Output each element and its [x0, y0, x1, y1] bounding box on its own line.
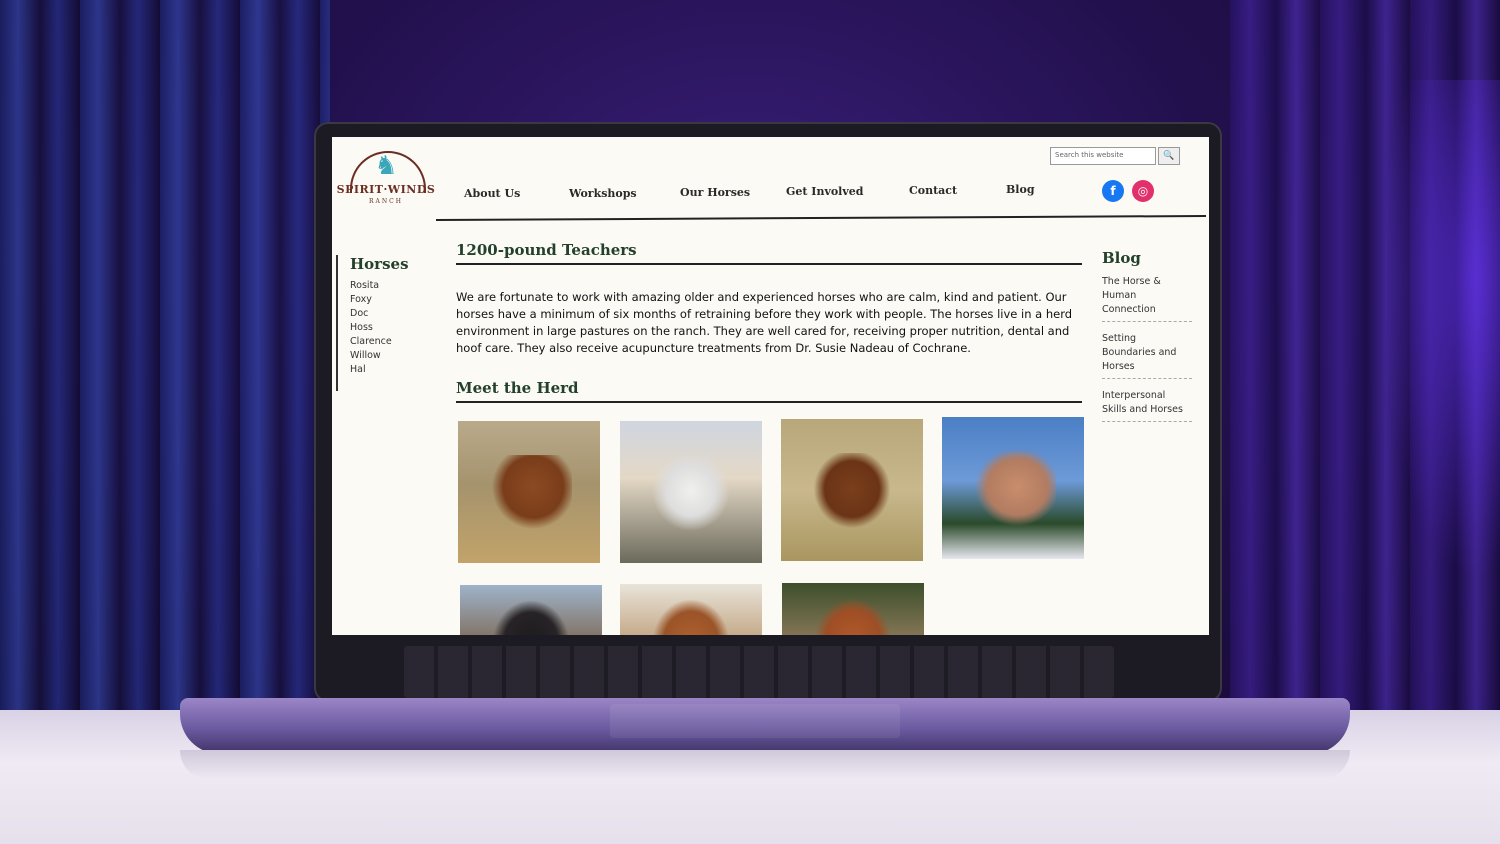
horse-photo-hal[interactable]	[782, 583, 924, 635]
sidebar-item-hoss[interactable]: Hoss	[350, 321, 430, 335]
sidebar-item-foxy[interactable]: Foxy	[350, 293, 430, 307]
nav-our-horses[interactable]: Our Horses	[680, 186, 750, 199]
section-title-meet-the-herd: Meet the Herd	[456, 379, 579, 397]
horse-photo-clarence[interactable]	[460, 585, 602, 635]
sidebar-item-hal[interactable]: Hal	[350, 363, 430, 377]
nav-blog[interactable]: Blog	[1006, 183, 1035, 196]
nav-contact[interactable]: Contact	[909, 184, 957, 197]
main-nav: About Us Workshops Our Horses Get Involv…	[454, 183, 1054, 205]
instagram-icon[interactable]: ◎	[1132, 180, 1154, 202]
blog-link-interpersonal-skills[interactable]: Interpersonal Skills and Horses	[1102, 387, 1192, 422]
blog-sidebar-title: Blog	[1102, 249, 1141, 267]
horse-photo-hoss[interactable]	[942, 417, 1084, 559]
sidebar-title: Horses	[350, 255, 409, 273]
horse-photo-foxy[interactable]	[620, 421, 762, 563]
horses-sidebar: Horses Rosita Foxy Doc Hoss Clarence Wil…	[336, 255, 430, 391]
laptop-touchpad	[610, 704, 900, 738]
horse-photo-rosita[interactable]	[458, 421, 600, 563]
nav-about-us[interactable]: About Us	[464, 187, 520, 200]
herd-divider	[456, 401, 1082, 403]
search-button[interactable]: 🔍	[1158, 147, 1180, 165]
site-logo[interactable]: ♞ SPIRIT·WINDS RANCH	[336, 151, 436, 211]
herd-gallery	[456, 417, 1096, 635]
logo-subtext: RANCH	[369, 198, 403, 205]
horse-logo-icon: ♞	[374, 151, 398, 181]
intro-text: We are fortunate to work with amazing ol…	[456, 290, 1073, 355]
horse-figure	[970, 451, 1056, 531]
horse-figure	[488, 595, 574, 635]
page-title: 1200-pound Teachers	[456, 241, 637, 259]
horse-photo-doc[interactable]	[781, 419, 923, 561]
laptop-base-edge	[180, 750, 1350, 780]
search-icon: 🔍	[1163, 151, 1175, 161]
site-header: ♞ SPIRIT·WINDS RANCH Search this website…	[332, 137, 1209, 222]
blog-sidebar: Blog The Horse & Human Connection Settin…	[1102, 249, 1192, 430]
logo-text: SPIRIT·WINDS	[336, 183, 436, 196]
laptop-keyboard	[404, 646, 1114, 698]
background-glow	[1380, 80, 1500, 580]
blog-link-horse-human-connection[interactable]: The Horse & Human Connection	[1102, 273, 1192, 322]
header-divider	[436, 214, 1207, 222]
title-divider	[456, 263, 1082, 265]
nav-get-involved[interactable]: Get Involved	[786, 185, 863, 198]
facebook-icon[interactable]: f	[1102, 180, 1124, 202]
sidebar-item-willow[interactable]: Willow	[350, 349, 430, 363]
sidebar-item-doc[interactable]: Doc	[350, 307, 430, 321]
laptop-screen: ♞ SPIRIT·WINDS RANCH Search this website…	[332, 137, 1209, 635]
sidebar-item-rosita[interactable]: Rosita	[350, 279, 430, 293]
blog-link-setting-boundaries[interactable]: Setting Boundaries and Horses	[1102, 330, 1192, 379]
horse-figure	[809, 453, 895, 533]
search-input[interactable]: Search this website	[1050, 147, 1156, 165]
sidebar-item-clarence[interactable]: Clarence	[350, 335, 430, 349]
horse-figure	[810, 593, 896, 635]
horse-figure	[486, 455, 572, 535]
sidebar-list: Rosita Foxy Doc Hoss Clarence Willow Hal	[350, 279, 430, 377]
main-content: 1200-pound Teachers We are fortunate to …	[456, 241, 1082, 403]
horse-figure	[648, 594, 734, 635]
horse-photo-willow[interactable]	[620, 584, 762, 635]
nav-workshops[interactable]: Workshops	[569, 187, 637, 200]
horse-figure	[648, 455, 734, 535]
